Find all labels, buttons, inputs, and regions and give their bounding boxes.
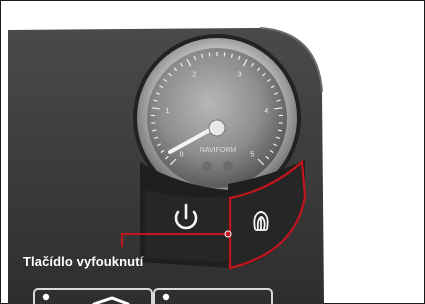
gauge-minor-tick [152, 129, 157, 132]
power-button[interactable] [145, 190, 228, 262]
gauge-brand: NAVIFORM [200, 147, 237, 154]
gauge-minor-tick [277, 129, 282, 132]
gauge-scale-label: 2 [192, 71, 196, 78]
gauge-scale-label: 3 [238, 71, 242, 78]
device-photo: 0 1 2 3 4 5 NAVIFORM Tlačídlo vyfouknutí [0, 0, 425, 304]
gauge-hub [208, 119, 226, 137]
gauge-scale-label: 5 [250, 151, 254, 158]
gauge-scale-label: 4 [264, 108, 268, 115]
callout-label: Tlačídlo vyfouknutí [23, 254, 144, 269]
gauge-scale-label: 0 [180, 151, 184, 158]
gauge-scale-label: 1 [166, 108, 170, 115]
